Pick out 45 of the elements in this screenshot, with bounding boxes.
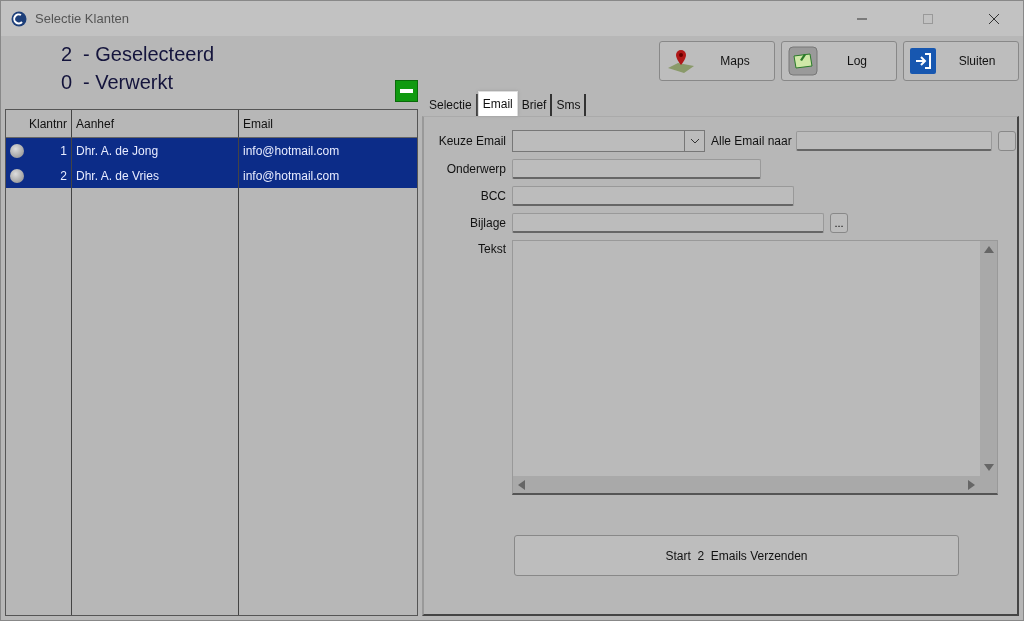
notepad-icon xyxy=(788,46,818,76)
counter-value: 0 xyxy=(61,70,74,95)
input-field[interactable] xyxy=(512,186,794,206)
send-emails-button[interactable]: Start 2 Emails Verzenden xyxy=(514,535,959,576)
scroll-right-icon[interactable] xyxy=(968,479,975,490)
counter-label: - Verwerkt xyxy=(83,70,174,95)
input-field[interactable] xyxy=(512,159,761,179)
toolbar-button[interactable]: Sluiten xyxy=(903,41,1019,81)
table-cell: Dhr. A. de Jong xyxy=(72,138,239,163)
table-cell: info@hotmail.com xyxy=(239,138,417,163)
toolbar-button[interactable]: Maps xyxy=(659,41,775,81)
chevron-down-icon xyxy=(689,138,700,144)
maximize-icon[interactable] xyxy=(922,13,934,24)
input-field[interactable] xyxy=(795,131,992,151)
browse-button[interactable]: ... xyxy=(830,213,848,233)
counter-label: - Geselecteerd xyxy=(83,42,215,67)
table-cell-text: 2 xyxy=(60,167,67,185)
toolbar-button[interactable]: Log xyxy=(781,41,897,81)
field-label: Tekst xyxy=(477,241,506,258)
scroll-up-icon[interactable] xyxy=(983,246,994,253)
tab[interactable]: Email xyxy=(477,91,518,116)
field-label: BCC xyxy=(479,188,506,205)
table-cell: info@hotmail.com xyxy=(239,163,417,188)
collapse-button[interactable] xyxy=(395,80,418,102)
table-cell: Dhr. A. de Vries xyxy=(72,163,239,188)
scroll-down-icon[interactable] xyxy=(983,464,994,471)
field-label: Onderwerp xyxy=(445,161,506,178)
table-cell-text: 1 xyxy=(60,142,67,160)
minus-icon xyxy=(400,89,413,93)
row-indicator-icon xyxy=(10,143,24,158)
field-label: Keuze Email xyxy=(437,133,506,150)
row-indicator-icon xyxy=(10,168,24,183)
app-logo-icon xyxy=(11,10,27,27)
close-icon[interactable] xyxy=(988,13,1000,24)
email-dropdown[interactable] xyxy=(512,130,705,152)
input-field[interactable] xyxy=(512,213,824,233)
scroll-left-icon[interactable] xyxy=(518,479,525,490)
small-button[interactable] xyxy=(997,131,1016,151)
window-title: Selectie Klanten xyxy=(35,9,130,28)
field-label: Alle Email naar xyxy=(711,133,792,150)
counter-value: 2 xyxy=(61,42,74,67)
field-label: Bijlage xyxy=(468,215,506,232)
exit-icon xyxy=(910,48,936,74)
tab[interactable]: Sms xyxy=(552,94,587,116)
tab[interactable]: Brief xyxy=(517,94,553,116)
